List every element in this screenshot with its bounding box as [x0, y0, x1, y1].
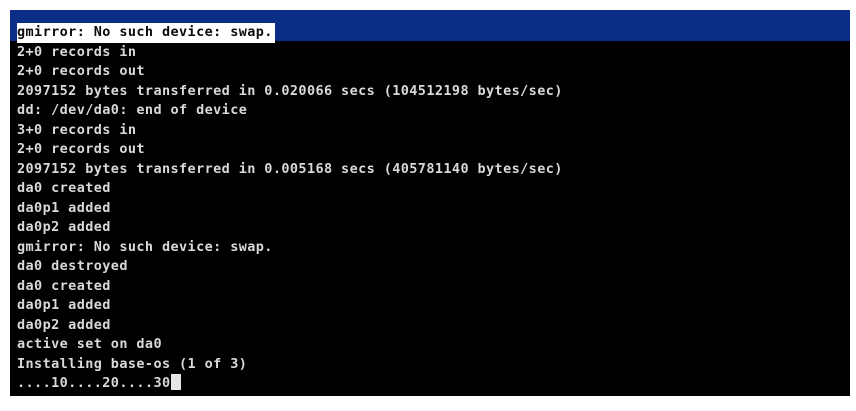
terminal-line: 3+0 records in: [17, 121, 137, 138]
terminal-line: active set on da0: [17, 336, 162, 352]
terminal-line: gmirror: No such device: swap.: [17, 238, 273, 255]
text-cursor: [170, 374, 181, 390]
terminal-output: gmirror: No such device: swap. 2+0 recor…: [17, 23, 563, 394]
terminal-line: da0 created: [17, 180, 111, 196]
terminal-line: Installing base-os (1 of 3): [17, 355, 248, 372]
terminal-line: da0p1 added: [17, 297, 111, 313]
terminal-line: 2+0 records out: [17, 63, 145, 79]
terminal-line: 2097152 bytes transferred in 0.005168 se…: [17, 160, 563, 177]
terminal-line: gmirror: No such device: swap.: [17, 23, 275, 43]
terminal-console[interactable]: gmirror: No such device: swap. 2+0 recor…: [10, 10, 850, 396]
terminal-line: 2+0 records in: [17, 43, 137, 60]
terminal-line: 2097152 bytes transferred in 0.020066 se…: [17, 82, 563, 99]
terminal-line: da0p1 added: [17, 199, 111, 216]
terminal-line: da0p2 added: [17, 316, 111, 333]
terminal-line: da0p2 added: [17, 219, 111, 235]
progress-text: ....10....20....30: [17, 375, 171, 391]
terminal-line: dd: /dev/da0: end of device: [17, 102, 248, 118]
terminal-line: da0 created: [17, 277, 111, 294]
terminal-line: da0 destroyed: [17, 258, 128, 274]
terminal-line: 2+0 records out: [17, 141, 145, 157]
terminal-progress-line: ....10....20....30: [17, 374, 563, 394]
